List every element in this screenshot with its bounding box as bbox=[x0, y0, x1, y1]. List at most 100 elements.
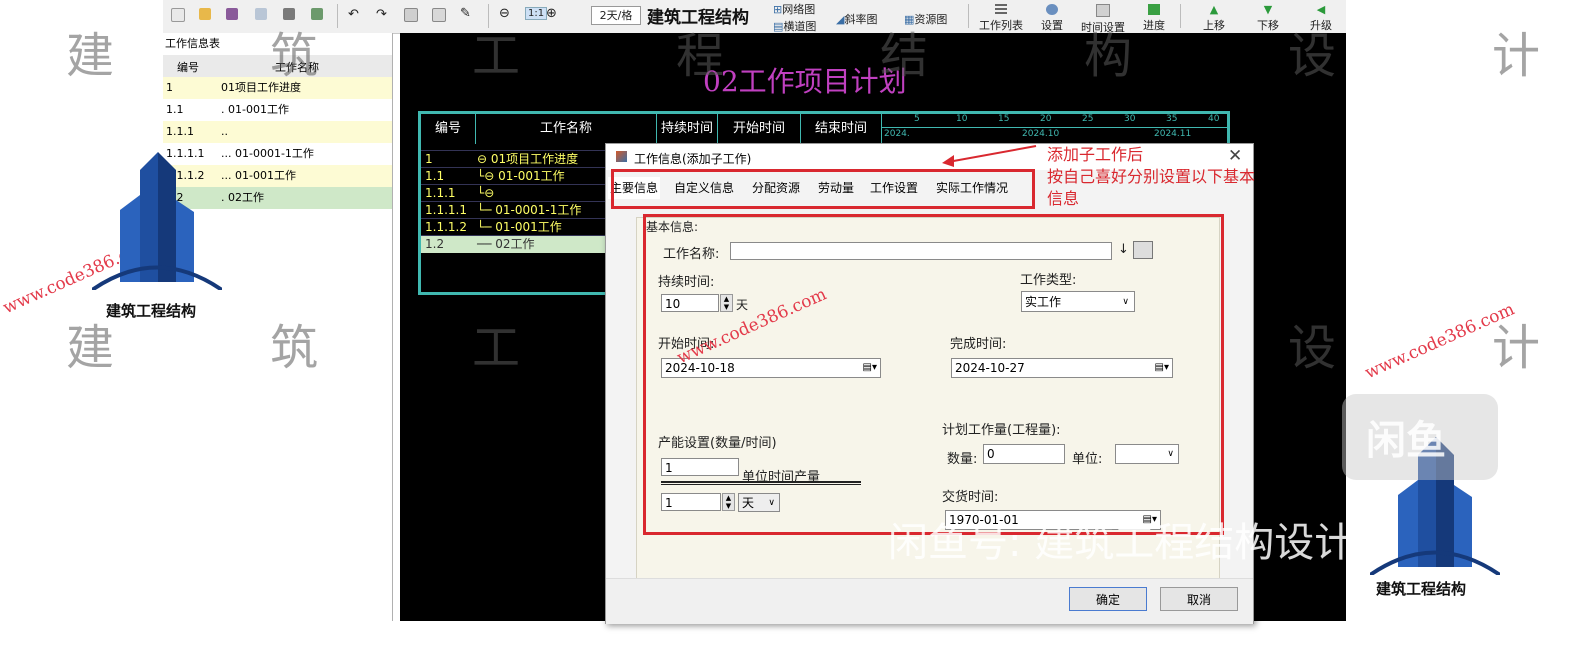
xianyu-overlay-text: 闲鱼号: 建筑工程结构设计 bbox=[888, 520, 1355, 566]
panel-title: 工作信息表 bbox=[165, 37, 220, 50]
gantt-row[interactable]: 1.2 ── 02工作 bbox=[421, 235, 607, 253]
gantt-row-name: └⊖ 01-001工作 bbox=[477, 169, 565, 183]
move-up-button[interactable]: ▲ 上移 bbox=[1199, 4, 1229, 33]
watermark-char: 设 bbox=[1288, 320, 1337, 376]
timeline-tick: 35 bbox=[1166, 114, 1178, 124]
gantt-header-id: 编号 bbox=[421, 114, 476, 144]
gantt-title: 02工作项目计划 bbox=[703, 65, 907, 98]
row-id: 1.1 bbox=[166, 103, 184, 116]
gantt-row[interactable]: 1.1.1.1 └─ 01-0001-1工作 bbox=[421, 201, 607, 219]
row-name: ... 01-001工作 bbox=[221, 169, 296, 182]
network-icon: ⊞ bbox=[773, 3, 783, 16]
gantt-header-end: 结束时间 bbox=[801, 114, 882, 144]
dialog-footer bbox=[606, 578, 1253, 624]
zoom-ratio-button[interactable]: 1:1 bbox=[525, 7, 548, 20]
gantt-row[interactable]: 1.1.1.2 └─ 01-001工作 bbox=[421, 218, 607, 236]
gantt-row[interactable]: 1 ⊖ 01项目工作进度 bbox=[421, 150, 607, 168]
settings-button[interactable]: 设置 bbox=[1037, 4, 1067, 33]
cancel-button[interactable]: 取消 bbox=[1160, 587, 1238, 611]
gantt-row-id: 1.1.1.1 bbox=[425, 203, 467, 217]
timeline-tick: 15 bbox=[998, 114, 1010, 124]
move-down-button[interactable]: ▼ 下移 bbox=[1253, 4, 1283, 33]
gantt-row-name: ── 02工作 bbox=[477, 237, 535, 251]
xianyu-badge: 闲鱼 bbox=[1342, 394, 1498, 480]
gantt-row-id: 1.1.1 bbox=[425, 186, 456, 200]
view-gantt-button[interactable]: ▤横道图 bbox=[773, 18, 816, 34]
timeline-tick: 40 bbox=[1208, 114, 1220, 124]
ok-button[interactable]: 确定 bbox=[1069, 587, 1147, 611]
watermark-char: 设 bbox=[1288, 28, 1337, 84]
gantt-row-id: 1.1 bbox=[425, 169, 445, 183]
gantt-row[interactable]: 1.1.1 └⊖ bbox=[421, 184, 607, 202]
undo-icon[interactable]: ↶ bbox=[348, 7, 359, 22]
redo-icon[interactable]: ↷ bbox=[376, 7, 387, 22]
header-id[interactable]: 编号 bbox=[177, 59, 199, 75]
annotation-line-1: 添加子工作后 bbox=[1047, 145, 1144, 164]
gantt-header-name: 工作名称 bbox=[476, 114, 657, 144]
progress-button[interactable]: 进度 bbox=[1139, 4, 1169, 33]
scale-select[interactable]: 2天/格 bbox=[591, 6, 641, 25]
view-network-button[interactable]: ⊞网络图 bbox=[773, 1, 815, 17]
row-name: .. bbox=[221, 125, 228, 138]
format-painter-icon[interactable]: ✎ bbox=[460, 6, 471, 21]
timeline-month: 2024.11 bbox=[1154, 129, 1192, 139]
progress-icon bbox=[1148, 4, 1160, 15]
gantt-row-name: ⊖ 01项目工作进度 bbox=[477, 152, 579, 166]
corner-logo-caption: 建筑工程结构 bbox=[1376, 580, 1467, 598]
paste-icon[interactable] bbox=[432, 8, 446, 22]
timeline-month: 2024.10 bbox=[1022, 129, 1060, 139]
app-icon bbox=[616, 151, 627, 162]
gantt-header-start: 开始时间 bbox=[718, 114, 801, 144]
watermark-char: 建 bbox=[66, 28, 115, 84]
timeline-tick: 25 bbox=[1082, 114, 1094, 124]
toolbar: ↶ ↷ ✎ ⊖ 1:1 ⊕ 2天/格 建筑工程结构 ⊞网络图 ▤横道图 ◢斜率图… bbox=[163, 0, 1346, 34]
annotation-text: 添加子工作后 按自己喜好分别设置以下基本 信息 bbox=[1047, 144, 1255, 210]
timeline-tick: 20 bbox=[1040, 114, 1052, 124]
annotation-arrow bbox=[942, 145, 1037, 167]
gantt-row[interactable]: 1.1 └⊖ 01-001工作 bbox=[421, 167, 607, 185]
gantt-header-duration: 持续时间 bbox=[657, 114, 718, 144]
basic-info-highlight-box bbox=[643, 214, 1224, 535]
table-row[interactable]: 1.1 . 01-001工作 bbox=[163, 99, 392, 121]
timeline-months: 2024. 2024.10 2024.11 bbox=[882, 128, 1227, 143]
timeline-header: 5 10 15 20 25 30 35 40 2024. 2024.10 2024.11 bbox=[882, 114, 1227, 144]
zoom-in-icon[interactable]: ⊕ bbox=[546, 6, 557, 21]
row-name: ... 01-0001-1工作 bbox=[221, 147, 314, 160]
timeline-month: 2024. bbox=[884, 129, 910, 139]
gantt-icon: ▤ bbox=[773, 20, 784, 33]
watermark-char: 工 bbox=[472, 320, 521, 376]
timeline-tick: 30 bbox=[1124, 114, 1136, 124]
watermark-char: 结 bbox=[880, 28, 929, 84]
view-slope-button[interactable]: ◢斜率图 bbox=[836, 11, 877, 27]
row-id: 1.1.1 bbox=[166, 125, 194, 138]
annotation-line-3: 信息 bbox=[1047, 189, 1080, 208]
save-icon[interactable] bbox=[226, 8, 238, 20]
arrow-left-icon: ◀ bbox=[1316, 3, 1326, 16]
gantt-row-name: └⊖ bbox=[477, 186, 495, 200]
xianyu-badge-text: 闲鱼 bbox=[1366, 418, 1446, 464]
watermark-char: 构 bbox=[1084, 28, 1133, 84]
arrow-up-icon: ▲ bbox=[1209, 3, 1219, 16]
row-name: . 02工作 bbox=[221, 191, 264, 204]
print-preview-icon[interactable] bbox=[255, 8, 267, 20]
annotation-line-2: 按自己喜好分别设置以下基本 bbox=[1047, 167, 1256, 186]
work-list-button[interactable]: 工作列表 bbox=[975, 4, 1027, 33]
timeline-tick: 5 bbox=[914, 114, 920, 124]
table-row[interactable]: 1.1.1.. bbox=[163, 121, 392, 143]
watermark-char: 工 bbox=[472, 28, 521, 84]
gantt-row-name: └─ 01-001工作 bbox=[477, 220, 562, 234]
gantt-row-name: └─ 01-0001-1工作 bbox=[477, 203, 582, 217]
tabs-highlight-box bbox=[611, 169, 1035, 209]
timeline-tick: 10 bbox=[956, 114, 968, 124]
list-icon bbox=[995, 4, 1007, 15]
open-folder-icon[interactable] bbox=[199, 8, 211, 20]
timeline-ticks: 5 10 15 20 25 30 35 40 bbox=[882, 114, 1227, 128]
copy-icon[interactable] bbox=[404, 8, 418, 22]
row-name: . 01-001工作 bbox=[221, 103, 289, 116]
watermark-char: 筑 bbox=[270, 320, 319, 376]
new-file-icon[interactable] bbox=[171, 8, 185, 22]
settings-icon bbox=[1046, 4, 1058, 15]
gantt-row-id: 1 bbox=[425, 152, 433, 166]
building-logo bbox=[92, 152, 222, 290]
logo-caption: 建筑工程结构 bbox=[106, 302, 197, 320]
